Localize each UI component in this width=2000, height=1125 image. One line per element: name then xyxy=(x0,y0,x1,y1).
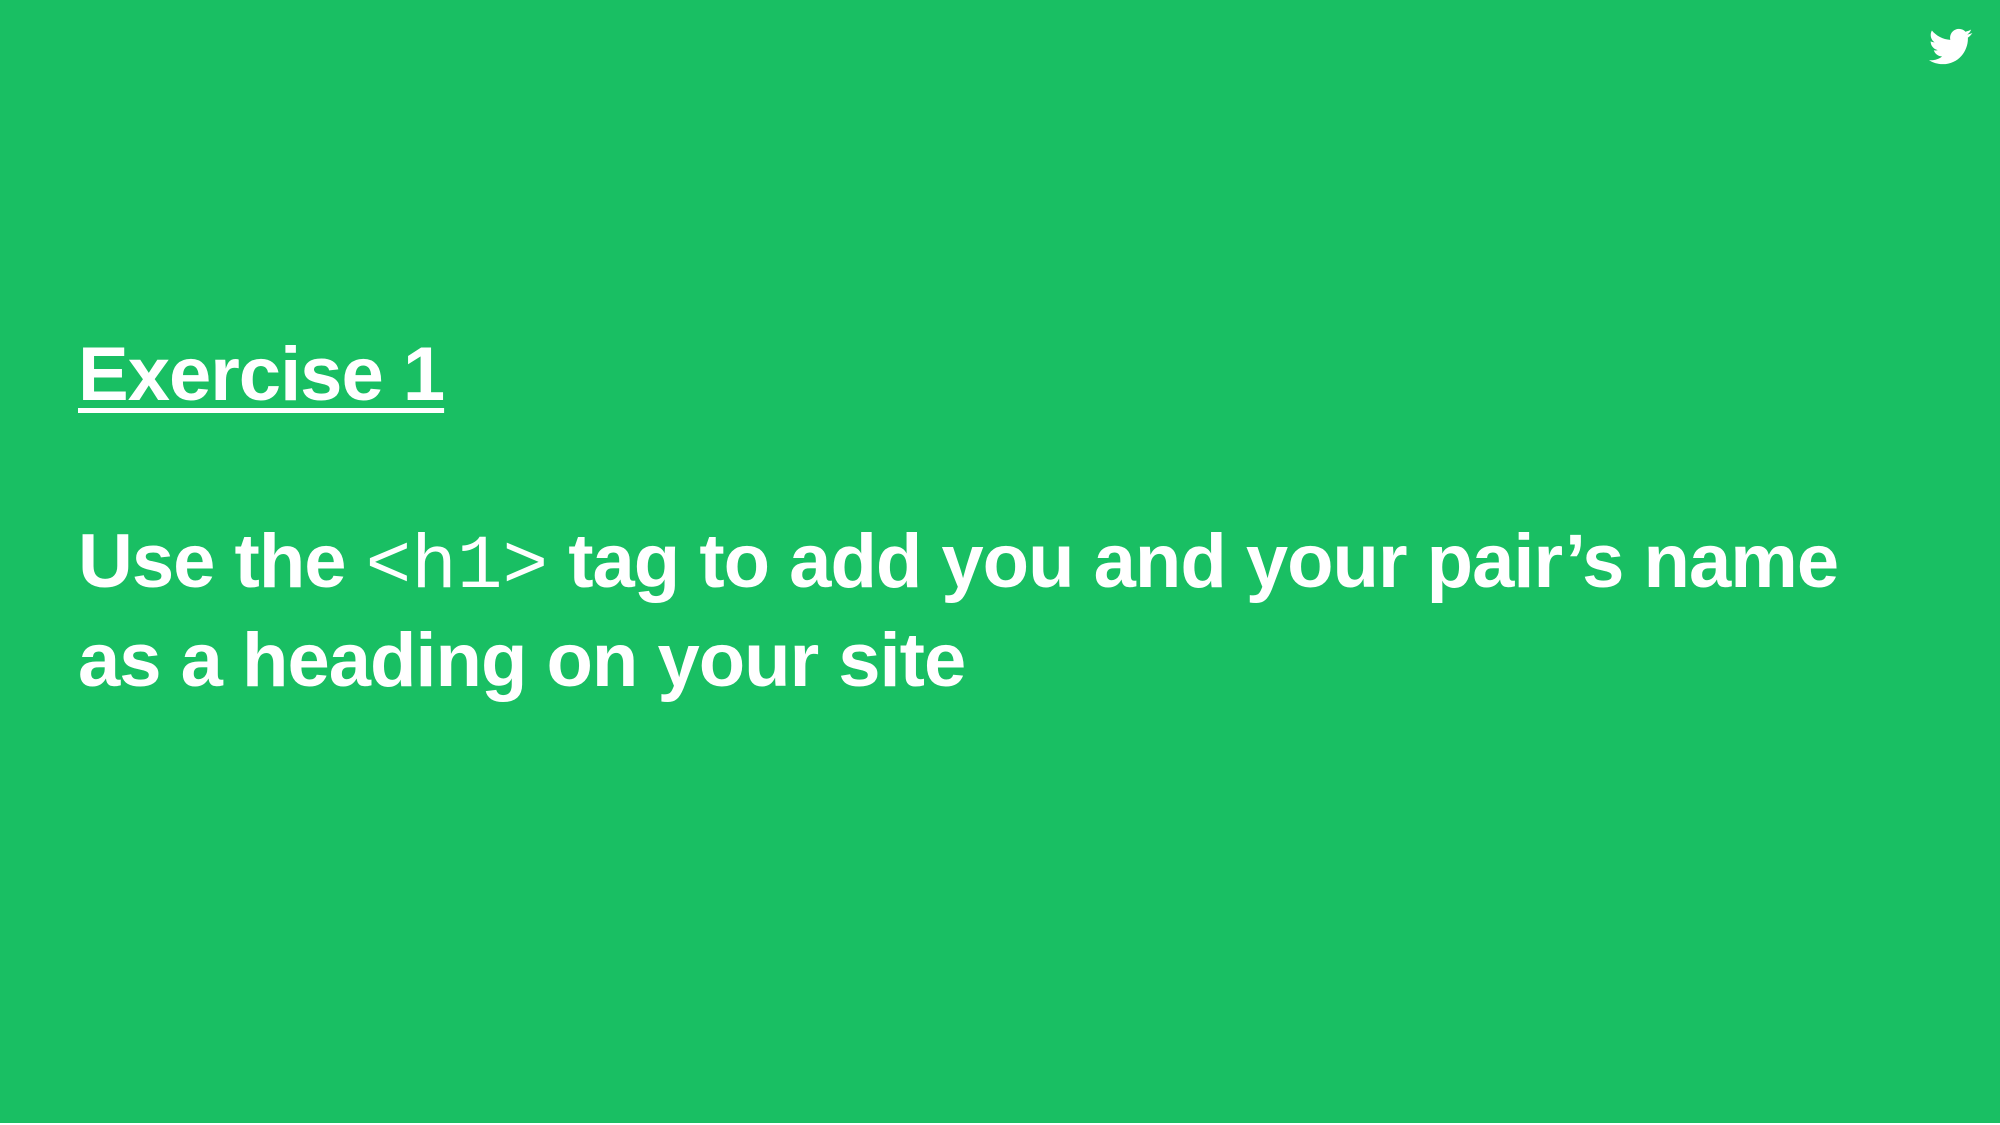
slide-title: Exercise 1 xyxy=(78,332,445,417)
instruction-text-prefix: Use the xyxy=(78,519,366,604)
twitter-bird-icon xyxy=(1926,24,1976,68)
slide: Exercise 1 Use the <h1> tag to add you a… xyxy=(0,0,2000,1123)
exercise-instructions: Use the <h1> tag to add you and your pai… xyxy=(78,515,1878,707)
code-h1-tag: <h1> xyxy=(365,524,549,610)
